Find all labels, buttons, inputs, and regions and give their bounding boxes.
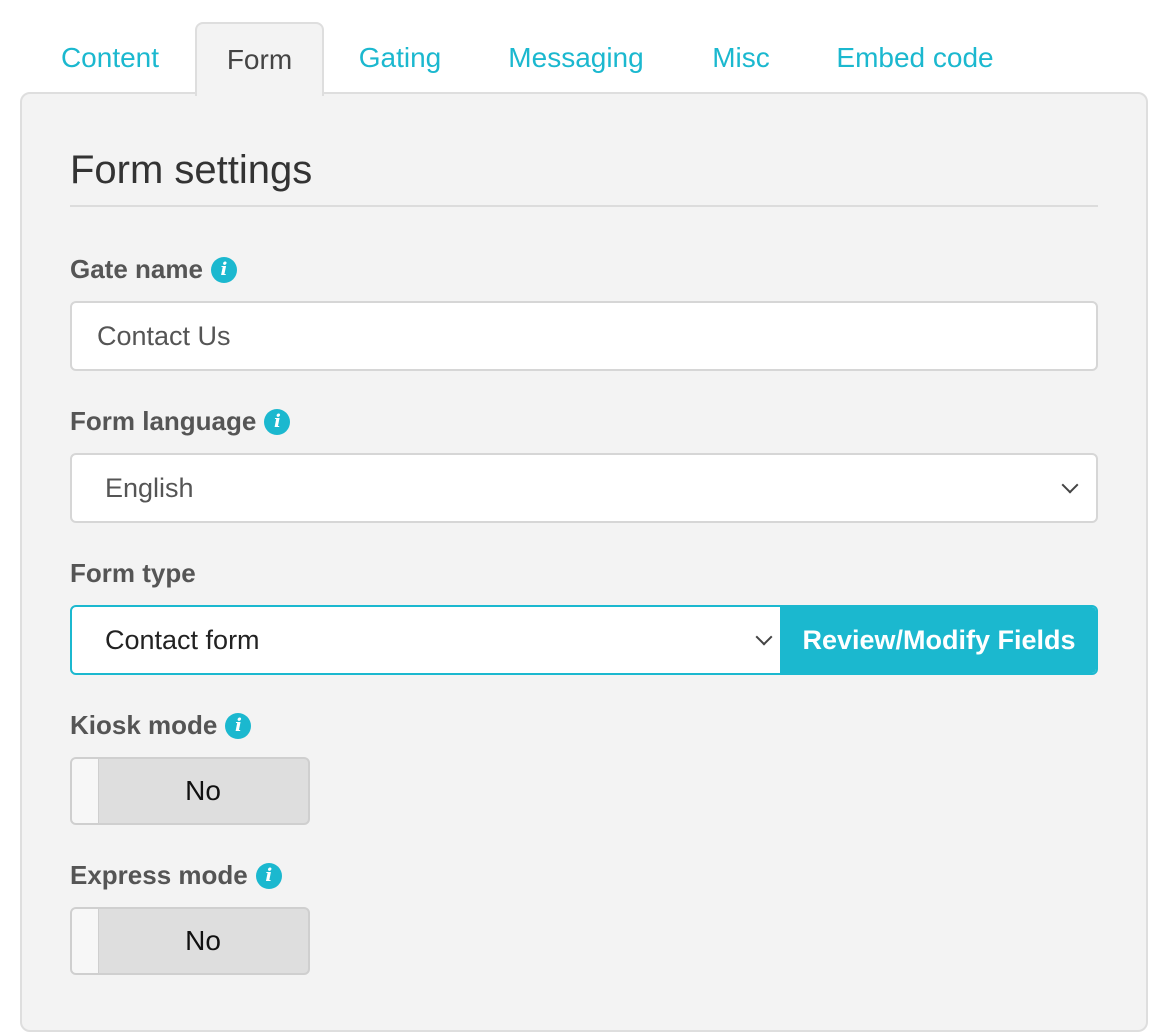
info-icon[interactable]: i bbox=[210, 256, 237, 283]
gate-name-label-row: Gate name i bbox=[70, 254, 237, 285]
toggle-knob bbox=[72, 909, 99, 973]
title-divider bbox=[70, 205, 1098, 207]
info-icon[interactable]: i bbox=[264, 408, 291, 435]
form-language-value: English bbox=[105, 472, 194, 503]
form-language-label-row: Form language i bbox=[70, 406, 291, 437]
express-mode-toggle[interactable]: No bbox=[70, 907, 310, 975]
express-mode-label: Express mode bbox=[70, 860, 248, 890]
tab-form[interactable]: Form bbox=[195, 22, 324, 96]
kiosk-mode-label: Kiosk mode bbox=[70, 710, 218, 740]
gate-name-value: Contact Us bbox=[97, 320, 231, 351]
express-mode-label-row: Express mode i bbox=[70, 860, 282, 891]
toggle-knob bbox=[72, 759, 99, 823]
tab-bar: Content Form Gating Messaging Misc Embed… bbox=[0, 0, 1168, 96]
kiosk-mode-toggle[interactable]: No bbox=[70, 757, 310, 825]
form-type-group: Contact form Review/Modify Fields bbox=[70, 605, 1098, 675]
form-language-label: Form language bbox=[70, 406, 257, 436]
form-language-select[interactable]: English bbox=[70, 453, 1098, 523]
form-type-select[interactable]: Contact form bbox=[72, 607, 780, 673]
form-type-label-row: Form type bbox=[70, 558, 196, 589]
chevron-down-icon bbox=[1061, 476, 1079, 494]
form-type-label: Form type bbox=[70, 558, 196, 588]
review-modify-fields-button[interactable]: Review/Modify Fields bbox=[780, 607, 1096, 673]
tab-content[interactable]: Content bbox=[40, 22, 180, 94]
chevron-down-icon bbox=[755, 628, 773, 646]
info-icon[interactable]: i bbox=[255, 862, 282, 889]
tab-gating[interactable]: Gating bbox=[340, 22, 460, 94]
info-icon[interactable]: i bbox=[225, 712, 252, 739]
tab-messaging[interactable]: Messaging bbox=[490, 22, 662, 94]
form-type-value: Contact form bbox=[105, 624, 260, 655]
kiosk-mode-value: No bbox=[185, 775, 221, 806]
gate-name-label: Gate name bbox=[70, 254, 203, 284]
tab-embed-code[interactable]: Embed code bbox=[822, 22, 1008, 94]
tab-misc[interactable]: Misc bbox=[695, 22, 787, 94]
gate-name-input[interactable]: Contact Us bbox=[70, 301, 1098, 371]
express-mode-value: No bbox=[185, 925, 221, 956]
page-title: Form settings bbox=[70, 148, 313, 192]
kiosk-mode-label-row: Kiosk mode i bbox=[70, 710, 252, 741]
